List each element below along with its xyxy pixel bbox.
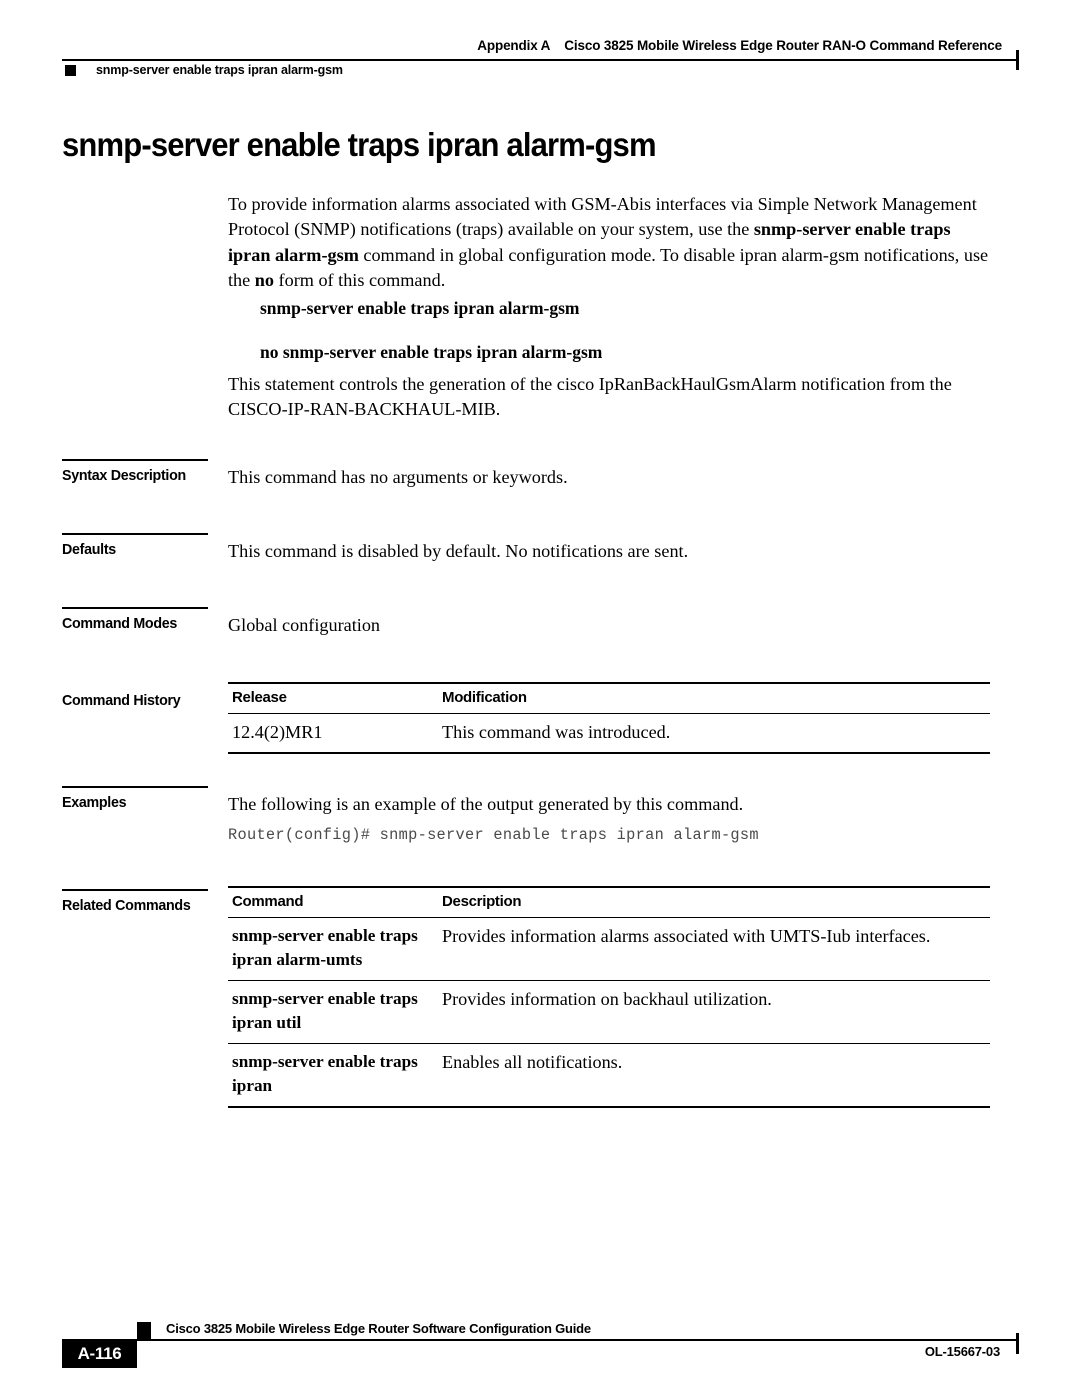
example-code-block: Router(config)# snmp-server enable traps… — [228, 826, 759, 844]
cell-release-version: 12.4(2)MR1 — [228, 713, 438, 754]
page-number-badge: A-116 — [62, 1339, 137, 1368]
syntax-affirmative-form: snmp-server enable traps ipran alarm-gsm — [260, 298, 580, 318]
section-label-examples: Examples — [62, 794, 127, 811]
column-header-release: Release — [228, 683, 438, 714]
mib-statement-paragraph: This statement controls the generation o… — [228, 374, 952, 420]
page-number-label: A-116 — [77, 1344, 122, 1363]
examples-text: The following is an example of the outpu… — [228, 794, 744, 814]
page-footer: Cisco 3825 Mobile Wireless Edge Router S… — [62, 1300, 1019, 1370]
cell-related-description: Enables all notifications. — [438, 1043, 990, 1108]
section-label-command-history: Command History — [62, 692, 181, 709]
cell-related-description: Provides information alarms associated w… — [438, 917, 990, 981]
column-header-modification: Modification — [438, 683, 990, 714]
header-square-marker-icon — [65, 65, 76, 76]
footer-rule — [62, 1339, 1018, 1341]
header-appendix-label: Appendix A — [477, 38, 551, 53]
syntax-description-rule — [62, 459, 208, 461]
command-history-table: Release Modification 12.4(2)MR1 This com… — [228, 682, 990, 754]
syntax-description-text: This command has no arguments or keyword… — [228, 467, 568, 487]
page-title: snmp-server enable traps ipran alarm-gsm — [62, 126, 657, 163]
command-modes-text: Global configuration — [228, 615, 381, 635]
intro-bold-no: no — [254, 269, 274, 290]
table-row: snmp-server enable traps ipran Enables a… — [228, 1043, 990, 1108]
table-row: snmp-server enable traps ipran util Prov… — [228, 980, 990, 1044]
column-header-description: Description — [438, 887, 990, 918]
defaults-text: This command is disabled by default. No … — [228, 541, 689, 561]
cell-related-description: Provides information on backhaul utiliza… — [438, 980, 990, 1044]
section-label-syntax-description: Syntax Description — [62, 467, 186, 484]
related-commands-table: Command Description snmp-server enable t… — [228, 886, 990, 1108]
intro-paragraph: To provide information alarms associated… — [228, 192, 990, 293]
section-label-defaults: Defaults — [62, 541, 116, 558]
footer-end-tick — [1016, 1333, 1019, 1354]
header-rule — [62, 59, 1018, 61]
footer-square-marker-icon — [137, 1322, 151, 1339]
footer-guide-title: Cisco 3825 Mobile Wireless Edge Router S… — [166, 1321, 591, 1336]
intro-text-3: form of this command. — [274, 269, 446, 290]
page-header: Appendix A Cisco 3825 Mobile Wireless Edg… — [62, 36, 1019, 82]
examples-rule — [62, 786, 208, 788]
table-header-row: Release Modification — [228, 683, 990, 714]
cell-related-command: snmp-server enable traps ipran — [228, 1043, 438, 1108]
syntax-negative-form: no snmp-server enable traps ipran alarm-… — [260, 342, 603, 362]
header-guide-title: Cisco 3825 Mobile Wireless Edge Router R… — [564, 38, 1002, 53]
table-header-row: Command Description — [228, 887, 990, 918]
cell-modification-text: This command was introduced. — [438, 713, 990, 754]
defaults-rule — [62, 533, 208, 535]
header-end-tick — [1016, 50, 1019, 70]
syntax-block: snmp-server enable traps ipran alarm-gsm… — [228, 296, 990, 364]
header-running-command: snmp-server enable traps ipran alarm-gsm — [96, 63, 343, 77]
header-right-text: Appendix A Cisco 3825 Mobile Wireless Edg… — [477, 36, 1002, 55]
column-header-command: Command — [228, 887, 438, 918]
cell-related-command: snmp-server enable traps ipran alarm-umt… — [228, 917, 438, 981]
related-commands-rule — [62, 889, 208, 891]
command-modes-rule — [62, 607, 208, 609]
section-label-related-commands: Related Commands — [62, 897, 191, 914]
document-page: Appendix A Cisco 3825 Mobile Wireless Edg… — [0, 0, 1080, 1397]
table-row: snmp-server enable traps ipran alarm-umt… — [228, 917, 990, 981]
cell-related-command: snmp-server enable traps ipran util — [228, 980, 438, 1044]
table-row: 12.4(2)MR1 This command was introduced. — [228, 713, 990, 754]
section-label-command-modes: Command Modes — [62, 615, 178, 632]
footer-document-number: OL-15667-03 — [924, 1344, 1000, 1359]
